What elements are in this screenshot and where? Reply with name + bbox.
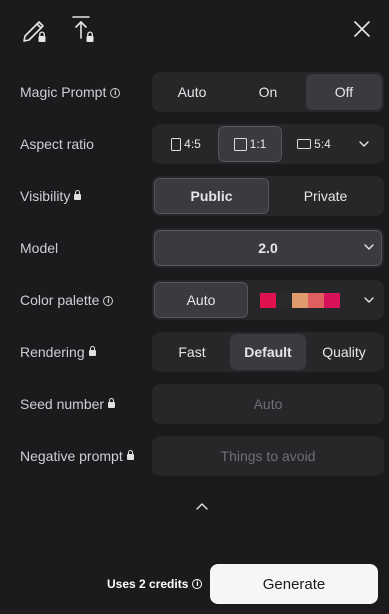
- color-palette-swatches[interactable]: [260, 293, 340, 308]
- magic-prompt-off[interactable]: Off: [306, 74, 382, 110]
- visibility-label: Visibility: [20, 176, 82, 216]
- lock-icon: [126, 450, 134, 460]
- aspect-ratio-label: Aspect ratio: [20, 136, 94, 152]
- color-palette-row: Color palette i Auto: [20, 280, 384, 320]
- rendering-label: Rendering: [20, 332, 96, 372]
- aspect-ratio-segmented: 4:5 1:1 5:4: [152, 124, 384, 164]
- negative-prompt-label: Negative prompt: [20, 436, 134, 476]
- aspect-ratio-dropdown[interactable]: [346, 126, 382, 162]
- rendering-default[interactable]: Default: [230, 334, 306, 370]
- landscape-frame-icon: [297, 139, 312, 149]
- magic-prompt-label-text: Magic Prompt: [20, 84, 107, 100]
- close-icon[interactable]: [351, 18, 373, 40]
- generate-button[interactable]: Generate: [210, 564, 378, 604]
- chevron-down-icon: [359, 141, 369, 147]
- aspect-ratio-5-4-label: 5:4: [314, 137, 331, 151]
- rendering-quality[interactable]: Quality: [306, 334, 382, 370]
- chevron-down-icon[interactable]: [364, 297, 374, 303]
- aspect-ratio-1-1[interactable]: 1:1: [218, 126, 282, 162]
- aspect-ratio-5-4[interactable]: 5:4: [282, 126, 346, 162]
- info-icon[interactable]: i: [103, 296, 114, 306]
- info-icon[interactable]: i: [192, 579, 203, 589]
- negative-prompt-label-text: Negative prompt: [20, 448, 123, 464]
- negative-prompt-row: Negative prompt: [20, 436, 384, 476]
- model-value: 2.0: [154, 230, 382, 266]
- color-palette-control: Auto: [152, 280, 384, 320]
- negative-prompt-input[interactable]: [152, 436, 384, 476]
- visibility-label-text: Visibility: [20, 188, 71, 204]
- magic-prompt-on[interactable]: On: [230, 74, 306, 110]
- model-row: Model 2.0: [20, 228, 384, 268]
- model-label: Model: [20, 240, 59, 256]
- visibility-segmented: Public Private: [152, 176, 384, 216]
- magic-prompt-row: Magic Prompt i Auto On Off: [20, 72, 384, 112]
- aspect-ratio-4-5-label: 4:5: [184, 137, 201, 151]
- magic-prompt-label: Magic Prompt i: [20, 72, 121, 112]
- visibility-private[interactable]: Private: [269, 178, 382, 214]
- visibility-public[interactable]: Public: [154, 178, 269, 214]
- footer: Uses 2 credits i Generate: [0, 564, 389, 604]
- credits-info: Uses 2 credits i: [107, 564, 203, 604]
- portrait-frame-icon: [171, 137, 182, 151]
- swatch: [260, 293, 276, 308]
- rendering-label-text: Rendering: [20, 344, 85, 360]
- swatch: [324, 293, 340, 308]
- rendering-fast[interactable]: Fast: [154, 334, 230, 370]
- visibility-row: Visibility Public Private: [20, 176, 384, 216]
- seed-row: Seed number: [20, 384, 384, 424]
- color-palette-label: Color palette i: [20, 280, 114, 320]
- lock-icon: [108, 398, 116, 408]
- lock-icon: [74, 190, 82, 200]
- rendering-segmented: Fast Default Quality: [152, 332, 384, 372]
- upload-locked-icon[interactable]: [70, 14, 100, 44]
- seed-input[interactable]: [152, 384, 384, 424]
- info-icon[interactable]: i: [110, 88, 121, 98]
- color-palette-label-text: Color palette: [20, 292, 100, 308]
- seed-label: Seed number: [20, 384, 116, 424]
- aspect-ratio-1-1-label: 1:1: [249, 137, 267, 151]
- chevron-down-icon: [364, 244, 374, 250]
- magic-prompt-auto[interactable]: Auto: [154, 74, 230, 110]
- settings-panel: Magic Prompt i Auto On Off Aspect ratio 4…: [0, 0, 389, 614]
- lock-icon: [88, 346, 96, 356]
- model-select[interactable]: 2.0: [152, 228, 384, 268]
- swatch: [308, 293, 324, 308]
- toolbar: [18, 14, 375, 44]
- seed-label-text: Seed number: [20, 396, 105, 412]
- swatch: [292, 293, 308, 308]
- credits-text: Uses 2 credits: [107, 577, 189, 591]
- swatch: [276, 293, 292, 308]
- color-palette-auto[interactable]: Auto: [154, 282, 248, 318]
- aspect-ratio-row: Aspect ratio 4:5 1:1 5:4: [20, 124, 384, 164]
- magic-prompt-segmented: Auto On Off: [152, 72, 384, 112]
- pencil-locked-icon[interactable]: [20, 14, 50, 44]
- aspect-ratio-4-5[interactable]: 4:5: [154, 126, 218, 162]
- square-frame-icon: [233, 137, 247, 151]
- chevron-up-icon[interactable]: [195, 501, 209, 511]
- rendering-row: Rendering Fast Default Quality: [20, 332, 384, 372]
